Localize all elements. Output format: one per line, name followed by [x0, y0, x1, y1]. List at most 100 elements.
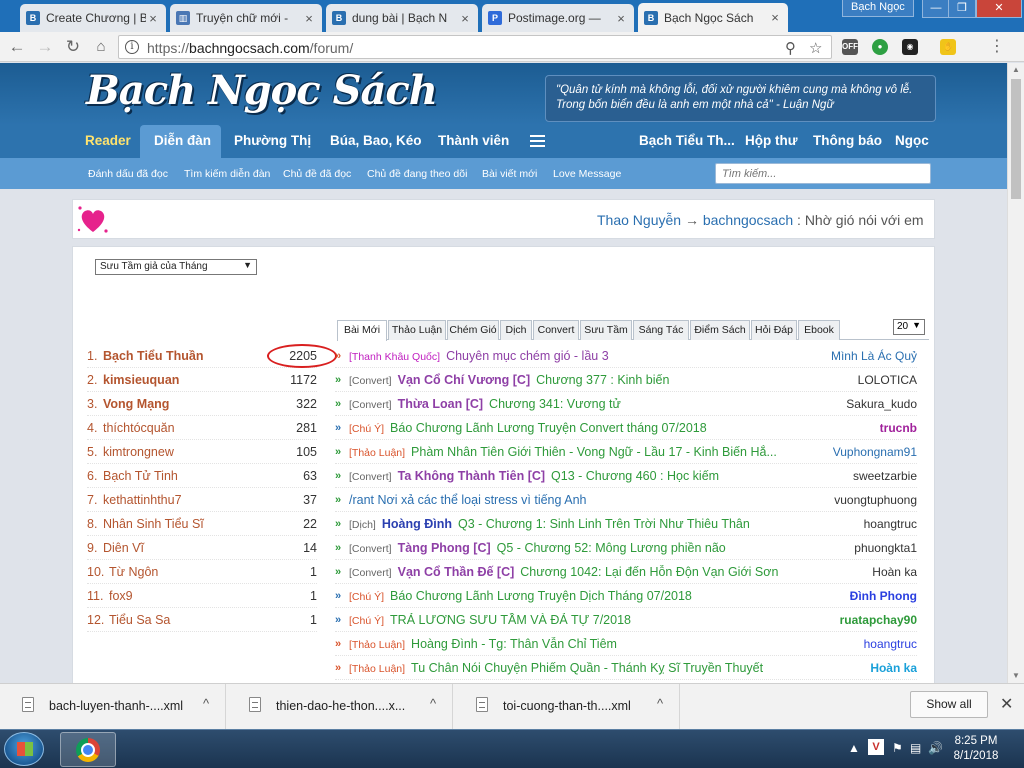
page-scrollbar[interactable]: ▲ ▼: [1007, 63, 1024, 683]
home-icon[interactable]: ⌂: [90, 37, 112, 57]
close-tab-icon[interactable]: ×: [302, 11, 316, 26]
topic-author-link[interactable]: hoangtruc: [864, 517, 917, 531]
topic-author-link[interactable]: Đình Phong: [850, 589, 917, 603]
ranking-user-link[interactable]: Bạch Tử Tinh: [103, 469, 178, 483]
back-icon[interactable]: ←: [6, 37, 28, 57]
topic-forum-link[interactable]: Hoàng Đình: [382, 517, 452, 531]
taskbar-chrome-button[interactable]: [60, 732, 116, 767]
ranking-select[interactable]: Sưu Tầm giả của Tháng ▼: [95, 259, 257, 275]
zoom-icon[interactable]: ⚲: [785, 39, 796, 57]
topic-forum-link[interactable]: Ta Không Thành Tiên [C]: [398, 469, 545, 483]
scroll-down-icon[interactable]: ▼: [1008, 669, 1024, 683]
chevron-up-icon[interactable]: ^: [203, 696, 209, 711]
subnav-watched-threads[interactable]: Chủ đề đang theo dõi: [367, 168, 467, 180]
forum-search-input[interactable]: [715, 163, 931, 184]
ranking-user-link[interactable]: kethattinhthu7: [103, 493, 182, 507]
topic-author-link[interactable]: Hoàn ka: [872, 565, 917, 579]
ranking-user-link[interactable]: Nhân Sinh Tiểu Sĩ: [103, 517, 204, 531]
network-icon[interactable]: ▤: [910, 741, 921, 755]
chevron-up-icon[interactable]: ^: [430, 696, 436, 711]
topic-tab[interactable]: Dịch: [500, 320, 532, 340]
scroll-up-icon[interactable]: ▲: [1008, 63, 1024, 77]
vivaldi-tray-icon[interactable]: V: [868, 739, 884, 755]
subnav-search-forum[interactable]: Tìm kiếm diễn đàn: [184, 168, 270, 180]
topic-tab[interactable]: Convert: [533, 320, 579, 340]
topic-tab[interactable]: Thảo Luận: [388, 320, 446, 340]
topic-author-link[interactable]: ruatapchay90: [840, 613, 917, 627]
flag-icon[interactable]: ⚑: [892, 741, 903, 755]
browser-tab[interactable]: P Postimage.org — ×: [482, 4, 634, 32]
shout-recipient[interactable]: bachngocsach: [703, 212, 793, 228]
extension-hand-icon[interactable]: ✋: [940, 39, 956, 55]
topic-author-link[interactable]: Mình Là Ác Quỷ: [831, 349, 917, 363]
topic-tab[interactable]: Bài Mới: [337, 320, 387, 341]
nav-alerts[interactable]: Thông báo: [813, 133, 882, 148]
browser-tab[interactable]: ▥ Truyện chữ mới - ×: [170, 4, 322, 32]
chrome-menu-icon[interactable]: ⋮: [986, 37, 1008, 57]
topic-author-link[interactable]: Vuphongnam91: [833, 445, 917, 459]
topic-author-link[interactable]: trucnb: [880, 421, 917, 435]
download-item[interactable]: toi-cuong-than-th....xml ^: [454, 684, 680, 729]
start-button[interactable]: [4, 732, 44, 766]
topic-title-link[interactable]: Phàm Nhân Tiên Giới Thiên - Vong Ngữ - L…: [411, 445, 777, 459]
nav-members[interactable]: Thành viên: [438, 133, 509, 148]
subnav-love-message[interactable]: Love Message: [553, 168, 621, 180]
ranking-user-link[interactable]: Từ Ngôn: [109, 565, 158, 579]
topic-title-link[interactable]: Chương 1042: Lại đến Hỗn Độn Vạn Giới Sơ…: [520, 565, 778, 579]
ranking-user-link[interactable]: kimtrongnew: [103, 445, 174, 459]
topic-title-link[interactable]: Chuyên mục chém gió - lầu 3: [446, 349, 609, 363]
volume-icon[interactable]: 🔊: [928, 741, 943, 755]
extension-green-icon[interactable]: ●: [872, 39, 888, 55]
reload-icon[interactable]: ↻: [62, 37, 84, 57]
topic-author-link[interactable]: Sakura_kudo: [846, 397, 917, 411]
topic-author-link[interactable]: sweetzarbie: [853, 469, 917, 483]
minimize-icon[interactable]: —: [922, 0, 950, 18]
browser-tab-active[interactable]: B Bạch Ngọc Sách ×: [638, 3, 788, 32]
shout-sender[interactable]: Thao Nguyễn: [597, 212, 681, 228]
subnav-new-posts[interactable]: Bài viết mới: [482, 168, 537, 180]
restore-icon[interactable]: ❐: [948, 0, 976, 18]
topic-title-link[interactable]: Q13 - Chương 460 : Học kiếm: [551, 469, 719, 483]
topic-title-link[interactable]: Báo Chương Lãnh Lương Truyện Dịch Tháng …: [390, 589, 692, 603]
nav-reader[interactable]: Reader: [85, 133, 131, 148]
topic-forum-link[interactable]: Thừa Loan [C]: [398, 397, 483, 411]
topic-title-link[interactable]: Chương 341: Vương tử: [489, 397, 621, 411]
profile-chip[interactable]: Bạch Ngọc: [842, 0, 914, 17]
topic-title-link[interactable]: Q3 - Chương 1: Sinh Linh Trên Trời Như T…: [458, 517, 750, 531]
bookmark-star-icon[interactable]: ☆: [809, 39, 822, 57]
site-logo[interactable]: Bạch Ngọc Sách: [86, 67, 438, 114]
nav-user[interactable]: Bạch Tiểu Th...: [639, 133, 735, 148]
topic-tab[interactable]: Ebook: [798, 320, 840, 340]
ranking-user-link[interactable]: fox9: [109, 589, 133, 603]
topic-forum-link[interactable]: Vạn Cổ Thần Đế [C]: [398, 565, 515, 579]
close-shelf-icon[interactable]: ✕: [1000, 694, 1013, 714]
topic-author-link[interactable]: phuongkta1: [854, 541, 917, 555]
topic-author-link[interactable]: Hoàn ka: [870, 661, 917, 675]
extension-off-icon[interactable]: OFF: [842, 39, 858, 55]
nav-phuong-thi[interactable]: Phường Thị: [234, 133, 311, 148]
topic-forum-link[interactable]: Tàng Phong [C]: [398, 541, 491, 555]
show-all-downloads-button[interactable]: Show all: [910, 691, 988, 718]
topic-tab[interactable]: Hỏi Đáp: [751, 320, 797, 340]
close-tab-icon[interactable]: ×: [768, 10, 782, 25]
window-close-icon[interactable]: ✕: [976, 0, 1022, 18]
ranking-user-link[interactable]: Tiểu Sa Sa: [109, 613, 170, 627]
topic-forum-link[interactable]: Vạn Cổ Chí Vương [C]: [398, 373, 531, 387]
topic-title-link[interactable]: Hoàng Đình - Tg: Thân Vẫn Chỉ Tiêm: [411, 637, 617, 651]
topic-tab[interactable]: Sáng Tác: [633, 320, 689, 340]
browser-tab[interactable]: B dung bài | Bạch N ×: [326, 4, 478, 32]
nav-forum[interactable]: Diễn đàn: [154, 133, 211, 148]
download-item[interactable]: bach-luyen-thanh-....xml ^: [0, 684, 226, 729]
chevron-up-icon[interactable]: ^: [657, 696, 663, 711]
topic-tab[interactable]: Điểm Sách: [690, 320, 750, 340]
subnav-read-threads[interactable]: Chủ đề đã đọc: [283, 168, 351, 180]
topic-title-link[interactable]: Q5 - Chương 52: Mông Lương phiền não: [497, 541, 726, 555]
subnav-mark-read[interactable]: Đánh dấu đã đọc: [88, 168, 168, 180]
tray-expand-icon[interactable]: ▲: [848, 741, 860, 755]
close-tab-icon[interactable]: ×: [146, 11, 160, 26]
system-clock[interactable]: 8:25 PM 8/1/2018: [950, 734, 1002, 764]
topic-tab[interactable]: Chém Gió: [447, 320, 499, 340]
hamburger-menu-icon[interactable]: [530, 135, 545, 147]
topic-title-link[interactable]: Chương 377 : Kinh biến: [536, 373, 669, 387]
nav-bua-bao-keo[interactable]: Búa, Bao, Kéo: [330, 133, 422, 148]
